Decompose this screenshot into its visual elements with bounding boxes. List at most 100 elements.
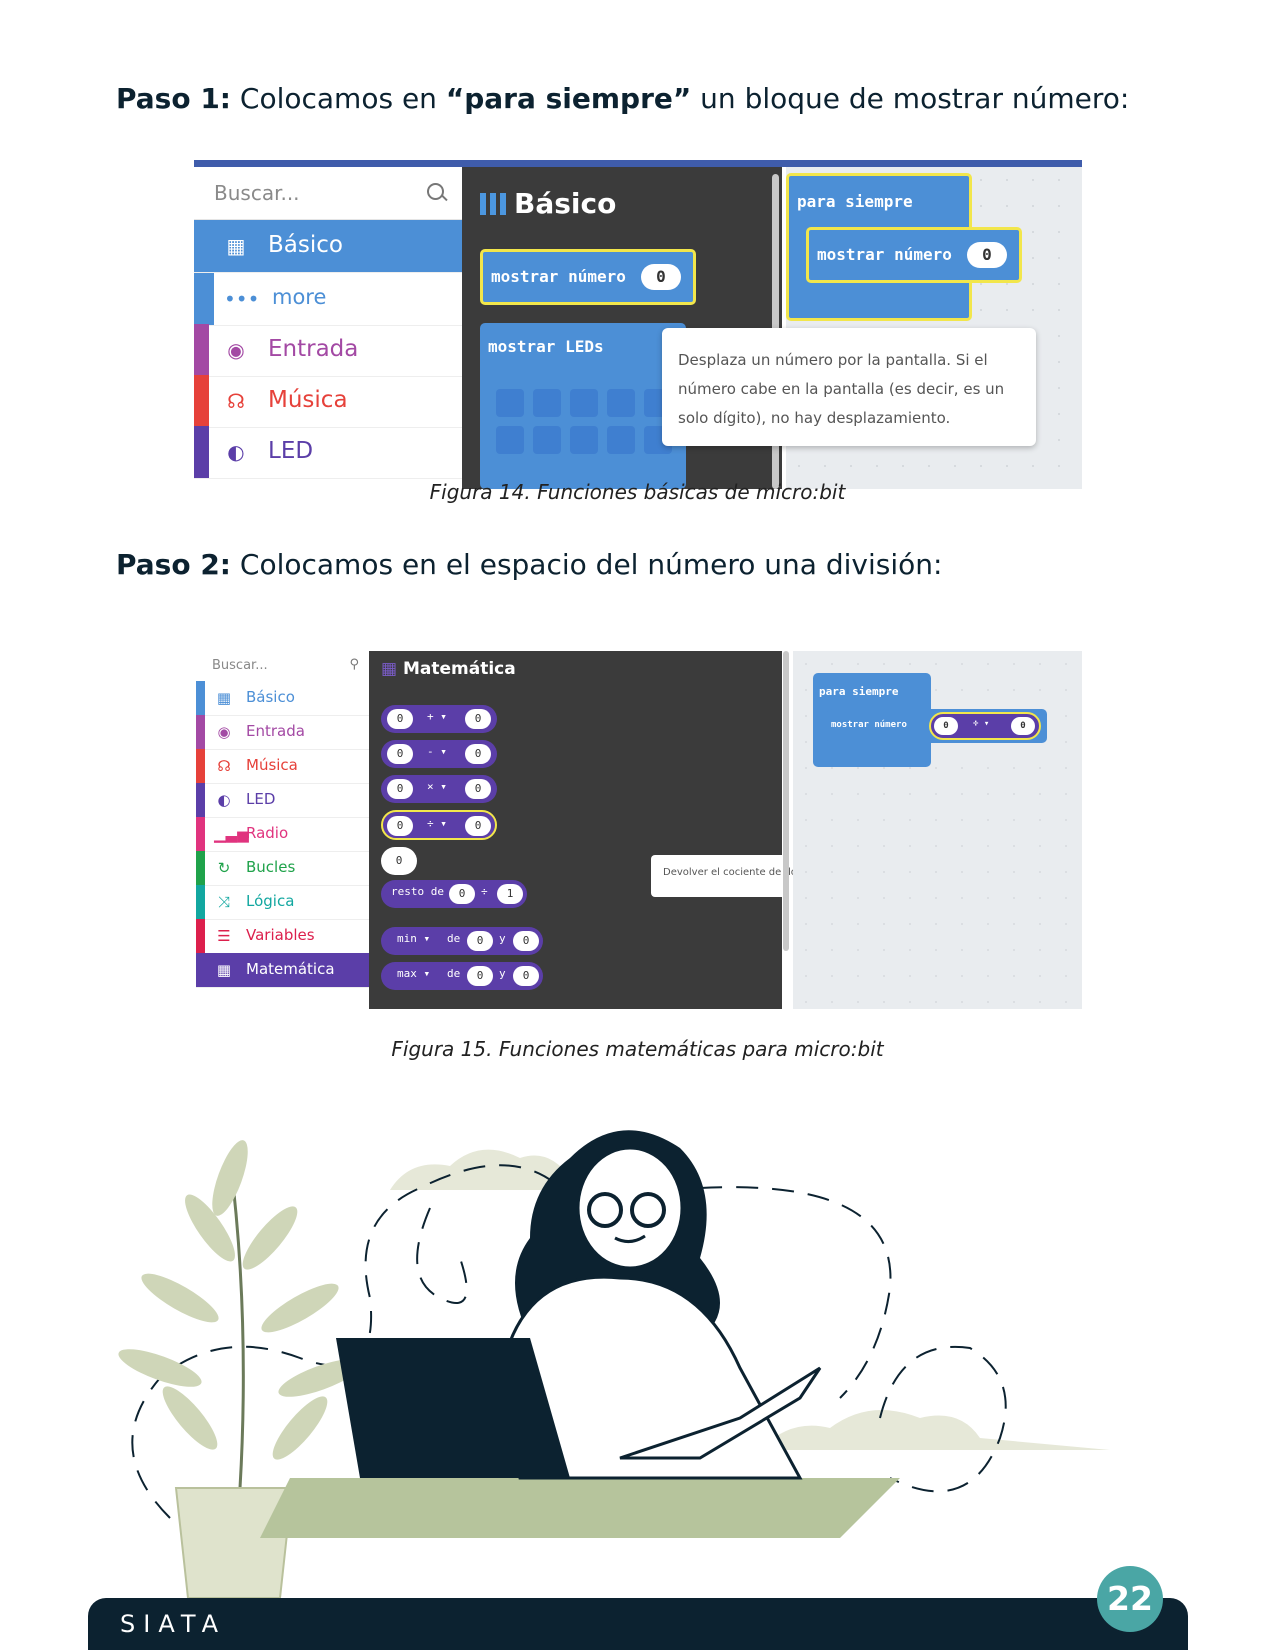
ws-show-number-block[interactable]: mostrar número 0 ÷ ▾ 0 bbox=[827, 709, 1047, 743]
subtract-block[interactable]: 0 - ▾ 0 bbox=[381, 740, 497, 768]
block-label: de bbox=[447, 932, 461, 945]
show-number-block[interactable]: mostrar número 0 bbox=[480, 249, 696, 305]
search-icon bbox=[427, 183, 444, 200]
workspace: para siempre mostrar número 0 ÷ ▾ 0 bbox=[793, 651, 1082, 1009]
operand-input[interactable]: 0 bbox=[1011, 717, 1035, 735]
category-more[interactable]: ••• more bbox=[194, 273, 462, 326]
figure-14-caption: Figura 14. Funciones básicas de micro:bi… bbox=[429, 480, 846, 504]
block-label: y bbox=[499, 932, 506, 945]
category-musica[interactable]: ☊ Música bbox=[194, 375, 462, 428]
matematica-flyout: ▦ Matemática 0 + ▾ 0 0 - ▾ 0 0 × ▾ 0 0 ÷… bbox=[369, 651, 887, 1009]
operand-input[interactable]: 0 bbox=[387, 816, 413, 836]
calculator-icon: ▦ bbox=[216, 961, 232, 979]
category-label: Matemática bbox=[246, 960, 335, 978]
category-variables[interactable]: ☰ Variables bbox=[196, 919, 369, 954]
block-label: de bbox=[447, 967, 461, 980]
category-entrada[interactable]: ◉ Entrada bbox=[196, 715, 369, 750]
operand-input[interactable]: 0 bbox=[387, 744, 413, 764]
step-1-text-a: Colocamos en bbox=[231, 82, 446, 115]
category-label: LED bbox=[246, 790, 276, 808]
footer-brand: SIATA bbox=[120, 1610, 227, 1638]
step-1-quoted: “para siempre” bbox=[445, 82, 692, 115]
figure-15-screenshot: Buscar... ⚲ ▦ Básico ◉ Entrada ☊ Música … bbox=[196, 651, 1082, 1009]
toolbox-search[interactable]: Buscar... ⚲ bbox=[196, 651, 369, 681]
figure-14-screenshot: Buscar... ▦ Básico ••• more ◉ Entrada ☊ … bbox=[194, 160, 1082, 489]
category-label: more bbox=[272, 285, 327, 309]
operator-dropdown[interactable]: - ▾ bbox=[427, 745, 447, 758]
loop-icon: ↻ bbox=[217, 859, 231, 877]
operand-input[interactable]: 0 bbox=[467, 931, 493, 951]
show-leds-block[interactable]: mostrar LEDs bbox=[480, 323, 686, 489]
function-dropdown[interactable]: min ▾ bbox=[397, 932, 430, 945]
operand-input[interactable]: 0 bbox=[513, 966, 539, 986]
flyout-scrollbar[interactable] bbox=[783, 651, 789, 951]
operand-input[interactable]: 0 bbox=[387, 779, 413, 799]
ws-show-number-block[interactable]: mostrar número 0 bbox=[806, 227, 1022, 283]
operand-input[interactable]: 0 bbox=[465, 709, 491, 729]
category-label: Bucles bbox=[246, 858, 296, 876]
operand-input[interactable]: 0 bbox=[467, 966, 493, 986]
category-musica[interactable]: ☊ Música bbox=[196, 749, 369, 784]
step-1-text-b: un bloque de mostrar número: bbox=[691, 82, 1130, 115]
category-label: Radio bbox=[246, 824, 289, 842]
category-label: LED bbox=[268, 438, 314, 464]
min-block[interactable]: min ▾ de 0 y 0 bbox=[381, 927, 543, 955]
block-label: mostrar número bbox=[831, 720, 907, 730]
divide-block[interactable]: 0 ÷ ▾ 0 bbox=[381, 810, 497, 840]
max-block[interactable]: max ▾ de 0 y 0 bbox=[381, 962, 543, 990]
operand-input[interactable]: 0 bbox=[934, 717, 958, 735]
block-label: para siempre bbox=[819, 685, 899, 698]
number-input[interactable]: 0 bbox=[641, 264, 681, 290]
block-label: mostrar número bbox=[817, 245, 952, 264]
operator-dropdown[interactable]: + ▾ bbox=[427, 710, 447, 723]
headphones-icon: ☊ bbox=[227, 389, 245, 413]
operator-dropdown[interactable]: ÷ ▾ bbox=[973, 719, 989, 729]
category-entrada[interactable]: ◉ Entrada bbox=[194, 324, 462, 377]
category-basico[interactable]: ▦ Básico bbox=[196, 681, 369, 716]
operand-input[interactable]: 0 bbox=[465, 744, 491, 764]
category-label: Música bbox=[246, 756, 298, 774]
woman-reading-illustration bbox=[118, 1130, 1110, 1599]
operator-label: ÷ bbox=[481, 885, 488, 898]
toggle-icon: ◐ bbox=[217, 791, 231, 809]
number-block[interactable]: 0 bbox=[381, 847, 417, 875]
operator-dropdown[interactable]: × ▾ bbox=[427, 780, 447, 793]
step-1-label: Paso 1: bbox=[116, 82, 231, 115]
step-2-heading: Paso 2: Colocamos en el espacio del núme… bbox=[116, 548, 942, 581]
list-icon: ☰ bbox=[217, 927, 231, 945]
operator-dropdown[interactable]: ÷ ▾ bbox=[427, 817, 447, 830]
calculator-icon: ▦ bbox=[381, 659, 398, 679]
tooltip-text: Desplaza un número por la pantalla. Si e… bbox=[678, 351, 1005, 427]
block-label: mostrar LEDs bbox=[488, 337, 604, 356]
multiply-block[interactable]: 0 × ▾ 0 bbox=[381, 775, 497, 803]
category-bucles[interactable]: ↻ Bucles bbox=[196, 851, 369, 886]
category-matematica[interactable]: ▦ Matemática bbox=[196, 953, 369, 988]
search-placeholder: Buscar... bbox=[212, 658, 268, 673]
operand-input[interactable]: 0 bbox=[465, 779, 491, 799]
grid-icon: ▦ bbox=[226, 234, 246, 258]
operand-input[interactable]: 1 bbox=[497, 884, 523, 904]
figure-15-caption: Figura 15. Funciones matemáticas para mi… bbox=[391, 1037, 884, 1061]
remainder-block[interactable]: resto de 0 ÷ 1 bbox=[381, 880, 527, 908]
category-logica[interactable]: ⤨ Lógica bbox=[196, 885, 369, 920]
category-radio[interactable]: ▁▃▅ Radio bbox=[196, 817, 369, 852]
operand-input[interactable]: 0 bbox=[449, 884, 475, 904]
category-led[interactable]: ◐ LED bbox=[194, 426, 462, 479]
operand-input[interactable]: 0 bbox=[513, 931, 539, 951]
category-label: Básico bbox=[246, 688, 295, 706]
desk bbox=[260, 1478, 900, 1538]
category-led[interactable]: ◐ LED bbox=[196, 783, 369, 818]
toolbox-sidebar: Buscar... ⚲ ▦ Básico ◉ Entrada ☊ Música … bbox=[196, 651, 369, 1009]
flyout-title: ▦ Matemática bbox=[381, 659, 516, 679]
add-block[interactable]: 0 + ▾ 0 bbox=[381, 705, 497, 733]
tooltip: Desplaza un número por la pantalla. Si e… bbox=[662, 328, 1036, 446]
operand-input[interactable]: 0 bbox=[387, 709, 413, 729]
step-2-label: Paso 2: bbox=[116, 548, 231, 581]
toolbox-search[interactable]: Buscar... bbox=[194, 167, 462, 220]
function-dropdown[interactable]: max ▾ bbox=[397, 967, 430, 980]
operand-input[interactable]: 0 bbox=[465, 816, 491, 836]
category-basico[interactable]: ▦ Básico bbox=[194, 220, 462, 273]
page-number: 22 bbox=[1097, 1566, 1163, 1632]
ws-divide-block[interactable]: 0 ÷ ▾ 0 bbox=[929, 712, 1041, 740]
number-input[interactable]: 0 bbox=[967, 242, 1007, 268]
